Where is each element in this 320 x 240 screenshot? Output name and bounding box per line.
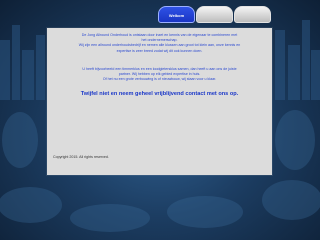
- contact-callout: Twijfel niet en neem geheel vrijblijvend…: [80, 91, 239, 97]
- team-paragraph: U heeft bijvoorbeeld een timmerklus en e…: [47, 67, 272, 83]
- intro-line: expertise is zeer breed zodat wij dit oo…: [116, 48, 203, 53]
- top-navigation: Welkom: [158, 6, 272, 23]
- intro-line: Wij zijn een allround onderhoudsbedrijf …: [78, 43, 241, 48]
- tab-3[interactable]: [234, 6, 271, 23]
- copyright-text: Copyright 2015. All rights reserved.: [53, 155, 109, 159]
- content-panel: De Jong Allround Onderhoud is ontstaan d…: [47, 28, 272, 175]
- intro-paragraph: De Jong Allround Onderhoud is ontstaan d…: [47, 33, 272, 54]
- tab-welkom[interactable]: Welkom: [158, 6, 195, 23]
- team-line: Of het nu een grote verbouwing is of nie…: [102, 77, 217, 82]
- tab-2[interactable]: [196, 6, 233, 23]
